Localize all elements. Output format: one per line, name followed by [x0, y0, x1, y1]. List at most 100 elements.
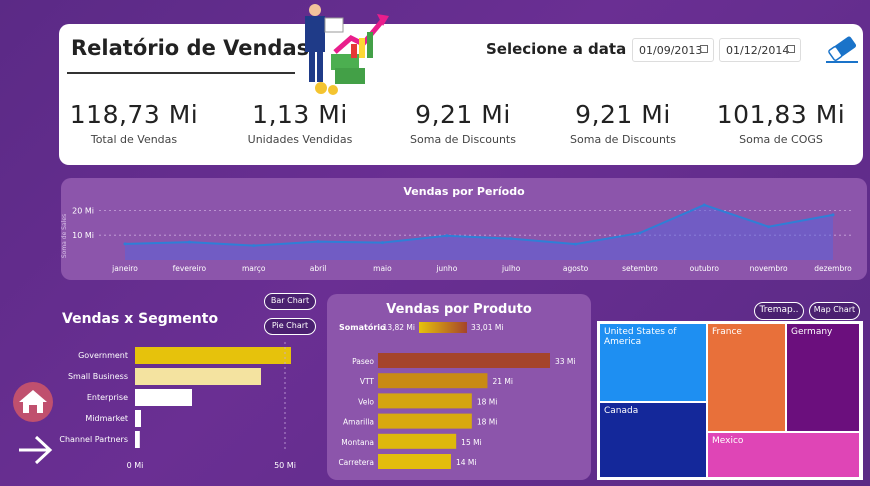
- calendar-icon[interactable]: [700, 45, 708, 53]
- x-tick-label: outubro: [690, 264, 720, 273]
- legend-min-label: 13,82 Mi: [383, 323, 415, 332]
- segment-bar: [135, 431, 140, 448]
- kpi-label: Soma de Discounts: [570, 133, 676, 146]
- x-tick-label: março: [242, 264, 266, 273]
- sales-by-product-chart[interactable]: Somatório13,82 Mi 33,01 Mi Paseo 33 Mi VTT 21…: [327, 294, 591, 480]
- segment-bar: [135, 368, 261, 385]
- data-label: 18 Mi: [477, 397, 497, 406]
- sales-by-period-panel: Vendas por Período 20 Mi 10 Mi Soma de Sal…: [61, 178, 867, 280]
- data-point: [123, 242, 127, 246]
- data-point: [767, 225, 771, 229]
- kpi-header-card: Relatório de Vendas Selecione a data 01/…: [59, 4, 863, 165]
- kpi-value: 9,21 Mi: [575, 100, 671, 129]
- data-point: [316, 240, 320, 244]
- kpi-label: Total de Vendas: [90, 133, 178, 146]
- calendar-icon[interactable]: [787, 45, 795, 53]
- category-label: Government: [78, 351, 128, 360]
- x-tick-label: setembro: [622, 264, 658, 273]
- legend-max-label: 33,01 Mi: [471, 323, 503, 332]
- treemap-cell-germany[interactable]: Germany: [787, 324, 859, 431]
- bar-chart-button[interactable]: Bar Chart: [264, 293, 316, 310]
- y-axis-label: Soma de Sales: [61, 214, 68, 258]
- data-point: [445, 234, 449, 238]
- page-title: Relatório de Vendas: [71, 36, 310, 60]
- data-point: [574, 242, 578, 246]
- kpi-value: 9,21 Mi: [415, 100, 511, 129]
- segment-chart-title: Vendas x Segmento: [62, 311, 219, 327]
- data-label: 21 Mi: [492, 377, 512, 386]
- x-tick-label: fevereiro: [173, 264, 207, 273]
- x-tick-label: julho: [501, 264, 521, 273]
- start-date-input[interactable]: 01/09/2013: [632, 38, 714, 62]
- x-tick-label: 50 Mi: [274, 461, 296, 470]
- kpi-discounts: 9,21 Mi Soma de Discounts: [388, 100, 538, 146]
- home-button[interactable]: [13, 382, 53, 422]
- data-label: 14 Mi: [456, 458, 476, 467]
- data-label: 18 Mi: [477, 418, 497, 427]
- data-point: [509, 237, 513, 241]
- x-tick-label: junho: [435, 264, 457, 273]
- end-date-value: 01/12/2014: [726, 44, 790, 57]
- treemap-button[interactable]: Tremap..: [754, 302, 804, 320]
- category-label: Paseo: [352, 357, 374, 366]
- y-tick-label: 20 Mi: [72, 206, 94, 215]
- category-label: Montana: [341, 438, 374, 447]
- kpi-units-sold: 1,13 Mi Unidades Vendidas: [225, 100, 375, 146]
- category-label: Amarilla: [343, 418, 374, 427]
- x-tick-label: agosto: [563, 264, 589, 273]
- category-label: VTT: [360, 377, 375, 386]
- category-label: Channel Partners: [59, 435, 128, 444]
- kpi-value: 101,83 Mi: [716, 100, 846, 129]
- x-tick-label: dezembro: [814, 264, 852, 273]
- segment-bar: [135, 410, 141, 427]
- data-point: [831, 213, 835, 217]
- x-tick-label: maio: [373, 264, 392, 273]
- product-bar: [378, 413, 472, 429]
- x-tick-label: janeiro: [111, 264, 138, 273]
- total-label: Somatório: [339, 322, 386, 332]
- data-point: [638, 231, 642, 235]
- color-scale-legend: [419, 322, 467, 333]
- kpi-value: 1,13 Mi: [252, 100, 348, 129]
- sales-by-segment-chart[interactable]: Government Small Business Enterprise Midmar…: [58, 338, 318, 478]
- date-selector-label: Selecione a data: [486, 40, 627, 58]
- kpi-discounts-2: 9,21 Mi Soma de Discounts: [548, 100, 698, 146]
- pie-chart-button[interactable]: Pie Chart: [264, 318, 316, 335]
- kpi-label: Soma de Discounts: [410, 133, 516, 146]
- category-label: Enterprise: [87, 393, 128, 402]
- sales-by-product-panel: Vendas por Produto Somatório 13,82 Mi 33,0…: [327, 294, 591, 480]
- businessman-illustration: [305, 4, 389, 95]
- data-point: [380, 241, 384, 245]
- product-bar: [378, 433, 457, 449]
- treemap-cell-usa[interactable]: United States of America: [600, 324, 706, 401]
- data-label: 15 Mi: [461, 438, 481, 447]
- kpi-label: Soma de COGS: [739, 133, 823, 146]
- map-chart-button[interactable]: Map Chart: [809, 302, 860, 320]
- sales-by-country-treemap[interactable]: United States of America France Germany …: [597, 321, 863, 480]
- category-label: Midmarket: [85, 414, 128, 423]
- sales-by-period-chart[interactable]: 20 Mi 10 Mi Soma de Sales janeiro fevereiro m…: [61, 178, 867, 280]
- kpi-label: Unidades Vendidas: [247, 133, 353, 146]
- product-bar: [378, 454, 451, 469]
- data-point: [187, 240, 191, 244]
- kpi-cogs: 101,83 Mi Soma de COGS: [706, 100, 856, 146]
- data-point: [702, 203, 706, 207]
- x-tick-label: 0 Mi: [127, 461, 144, 470]
- eraser-icon[interactable]: [824, 36, 860, 64]
- arrow-right-icon[interactable]: [16, 433, 54, 467]
- treemap-cell-canada[interactable]: Canada: [600, 403, 706, 477]
- start-date-value: 01/09/2013: [639, 44, 703, 57]
- category-label: Velo: [358, 397, 374, 406]
- treemap-cell-france[interactable]: France: [708, 324, 785, 431]
- product-bar: [378, 393, 472, 409]
- treemap-cell-mexico[interactable]: Mexico: [708, 433, 859, 477]
- end-date-input[interactable]: 01/12/2014: [719, 38, 801, 62]
- kpi-total-sales: 118,73 Mi Total de Vendas: [59, 100, 209, 146]
- product-bar: [378, 353, 550, 368]
- category-label: Small Business: [68, 372, 128, 381]
- title-underline: [67, 72, 295, 74]
- product-bar: [378, 373, 488, 389]
- category-label: Carretera: [338, 458, 374, 467]
- data-label: 33 Mi: [555, 357, 575, 366]
- y-tick-label: 10 Mi: [72, 231, 94, 240]
